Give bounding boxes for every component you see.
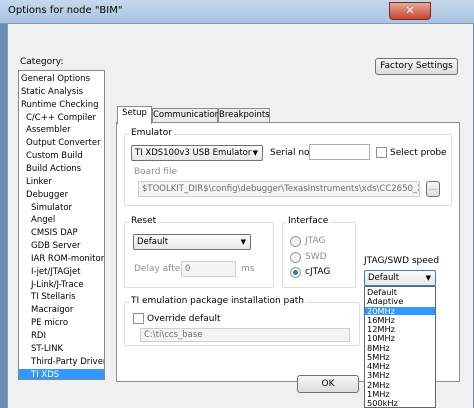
- reset-group-title: Reset: [129, 216, 159, 226]
- serial-label: Serial no:: [270, 148, 313, 158]
- speed-dropdown-list[interactable]: Default Adaptive 20MHz 16MHz 12MHz 10MHz 8MHz 5…: [364, 286, 436, 408]
- speed-option[interactable]: 3MHz: [365, 371, 435, 380]
- category-item[interactable]: Angel: [19, 214, 104, 227]
- override-default-checkbox[interactable]: [133, 313, 144, 324]
- close-button[interactable]: ✕: [389, 2, 431, 20]
- category-item[interactable]: C/C++ Compiler: [19, 112, 104, 125]
- tab-setup[interactable]: Setup: [117, 106, 152, 124]
- category-item[interactable]: Runtime Checking: [19, 99, 104, 112]
- category-item[interactable]: J-Link/J-Trace: [19, 279, 104, 292]
- category-item[interactable]: IAR ROM-monitor: [19, 253, 104, 266]
- reset-group: [124, 222, 274, 288]
- select-probe-label: Select probe: [390, 148, 447, 158]
- interface-group-title: Interface: [286, 216, 331, 226]
- swd-radio[interactable]: [290, 252, 301, 263]
- select-probe-checkbox[interactable]: [376, 147, 387, 158]
- category-item[interactable]: Build Actions: [19, 163, 104, 176]
- speed-select[interactable]: Default ▼: [364, 270, 436, 286]
- speed-option[interactable]: Adaptive: [365, 297, 435, 306]
- board-file-input[interactable]: $TOOLKIT_DIR$\config\debugger\TexasInstr…: [138, 181, 420, 197]
- category-item[interactable]: General Options: [19, 73, 104, 86]
- category-item[interactable]: Debugger: [19, 189, 104, 202]
- factory-settings-button[interactable]: Factory Settings: [375, 58, 458, 75]
- chevron-down-icon: ▼: [425, 274, 431, 282]
- reset-select[interactable]: Default ▼: [133, 234, 251, 250]
- chevron-down-icon: ▼: [240, 238, 246, 246]
- tab-breakpoints[interactable]: Breakpoints: [218, 108, 270, 123]
- cjtag-radio-label: cJTAG: [305, 267, 331, 277]
- swd-radio-label: SWD: [305, 252, 327, 262]
- category-item[interactable]: ST-LINK: [19, 343, 104, 356]
- speed-select-value: Default: [368, 273, 400, 283]
- category-list[interactable]: General Options Static Analysis Runtime Ch…: [18, 70, 105, 380]
- speed-option[interactable]: 20MHz: [365, 306, 435, 316]
- delay-input[interactable]: 0: [181, 261, 236, 277]
- cjtag-radio[interactable]: [290, 267, 301, 278]
- speed-label: JTAG/SWD speed: [364, 256, 440, 266]
- ok-button[interactable]: OK: [297, 375, 359, 393]
- speed-option[interactable]: 8MHz: [365, 343, 435, 353]
- category-label: Category:: [20, 57, 64, 67]
- category-item[interactable]: Macraigor: [19, 304, 104, 317]
- category-item[interactable]: TI XDS: [19, 368, 104, 379]
- speed-option[interactable]: 2MHz: [365, 380, 435, 390]
- override-default-label: Override default: [147, 314, 221, 324]
- title-bar[interactable]: Options for node "BIM" ✕: [0, 0, 474, 24]
- reset-select-value: Default: [137, 237, 169, 247]
- delay-unit: ms: [241, 264, 255, 274]
- delay-label: Delay after: [134, 264, 184, 274]
- jtag-radio-label: JTAG: [305, 236, 326, 246]
- category-item[interactable]: Linker: [19, 176, 104, 189]
- serial-input[interactable]: [309, 144, 370, 160]
- category-item[interactable]: I-jet/JTAGjet: [19, 266, 104, 279]
- category-item[interactable]: Assembler: [19, 124, 104, 137]
- chevron-down-icon: ▼: [252, 149, 258, 157]
- category-item[interactable]: Third-Party Driver: [19, 356, 104, 369]
- category-item[interactable]: Output Converter: [19, 137, 104, 150]
- category-item[interactable]: TI Stellaris: [19, 291, 104, 304]
- category-item[interactable]: Simulator: [19, 202, 104, 215]
- category-item[interactable]: GDB Server: [19, 240, 104, 253]
- close-icon: ✕: [405, 4, 415, 17]
- jtag-radio[interactable]: [290, 236, 301, 247]
- board-file-label: Board file: [134, 167, 178, 177]
- package-path-input[interactable]: C:\ti\ccs_base: [140, 328, 350, 342]
- category-item[interactable]: CMSIS DAP: [19, 227, 104, 240]
- emulator-select[interactable]: TI XDS100v3 USB Emulator ▼: [131, 145, 263, 161]
- tab-communication[interactable]: Communication: [152, 108, 220, 123]
- browse-board-file-button[interactable]: ...: [426, 181, 440, 197]
- category-item[interactable]: Static Analysis: [19, 86, 104, 99]
- emulation-package-group-title: TI emulation package installation path: [129, 296, 307, 306]
- speed-option[interactable]: 500kHz: [365, 399, 435, 407]
- category-item[interactable]: RDI: [19, 330, 104, 343]
- category-item[interactable]: PE micro: [19, 317, 104, 330]
- speed-option[interactable]: 10MHz: [365, 334, 435, 343]
- window-title: Options for node "BIM": [8, 5, 123, 16]
- category-item[interactable]: Custom Build: [19, 150, 104, 163]
- emulator-select-value: TI XDS100v3 USB Emulator: [135, 148, 252, 158]
- emulator-group-title: Emulator: [129, 128, 174, 138]
